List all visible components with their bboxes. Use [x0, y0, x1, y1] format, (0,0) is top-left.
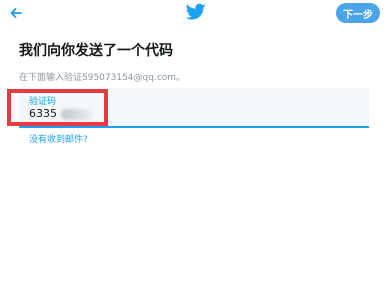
verification-code-field[interactable]: 验证码 6335 — [19, 88, 369, 128]
back-button[interactable] — [6, 3, 26, 23]
instruction-text: 在下面输入验证595073154@qq.com。 — [19, 73, 186, 83]
no-email-link[interactable]: 没有收到邮件? — [29, 132, 88, 145]
arrow-left-icon — [10, 8, 22, 18]
redaction-blur — [61, 109, 93, 120]
field-label: 验证码 — [29, 97, 57, 107]
next-button[interactable]: 下一步 — [336, 3, 380, 23]
code-input-value[interactable]: 6335 — [29, 107, 57, 120]
page-title: 我们向你发送了一个代码 — [19, 43, 173, 59]
twitter-bird-icon — [186, 3, 206, 20]
verification-page: 下一步 我们向你发送了一个代码 在下面输入验证595073154@qq.com。… — [0, 0, 392, 308]
